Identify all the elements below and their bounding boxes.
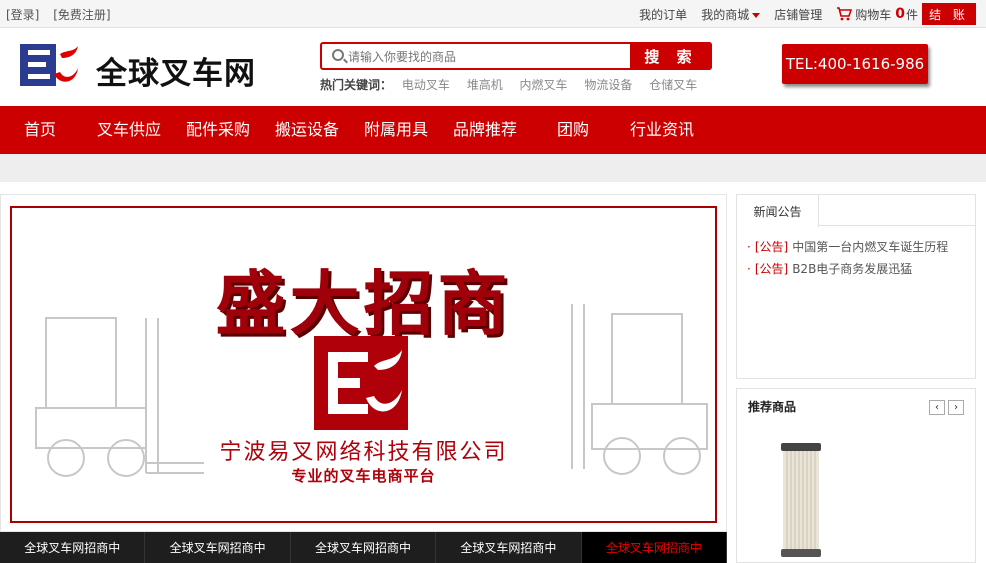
cart-count: 0 <box>895 6 905 22</box>
nav-item-forklift-supply[interactable]: 叉车供应 <box>97 106 161 154</box>
nav-item-news[interactable]: 行业资讯 <box>630 106 694 154</box>
prev-arrow-icon[interactable]: ‹ <box>929 400 945 415</box>
news-panel: 新闻公告 · [公告] 中国第一台内燃叉车诞生历程 · [公告] B2B电子商务发展迅猛 <box>736 194 976 379</box>
news-item[interactable]: · [公告] B2B电子商务发展迅猛 <box>747 258 975 280</box>
next-arrow-icon[interactable]: › <box>948 400 964 415</box>
my-mall-dropdown[interactable]: 我的商城 <box>701 6 761 23</box>
news-list: · [公告] 中国第一台内燃叉车诞生历程 · [公告] B2B电子商务发展迅猛 <box>737 226 975 280</box>
hot-keyword[interactable]: 电动叉车 <box>402 78 450 92</box>
login-link[interactable]: [登录] <box>6 8 39 22</box>
nav-item-home[interactable]: 首页 <box>24 106 56 154</box>
search-bar: 搜 索 <box>320 42 712 70</box>
search-button[interactable]: 搜 索 <box>630 42 712 70</box>
news-tag: [公告] <box>754 240 789 254</box>
news-tab[interactable]: 新闻公告 <box>737 195 819 227</box>
bullet-icon: · <box>747 262 751 276</box>
shopping-cart-icon <box>837 7 853 21</box>
hot-keyword[interactable]: 仓储叉车 <box>649 78 697 92</box>
banner-tab[interactable]: 全球叉车网招商中 <box>145 532 291 563</box>
banner-tagline: 专业的叉车电商平台 <box>291 467 436 485</box>
banner-tab[interactable]: 全球叉车网招商中 <box>291 532 437 563</box>
nav-item-parts[interactable]: 配件采购 <box>186 106 250 154</box>
banner-carousel: 盛大招商 宁波易叉网络科技有限公司 专业的叉车电商平台 <box>0 194 727 532</box>
hot-keyword[interactable]: 内燃叉车 <box>520 78 568 92</box>
caret-down-icon <box>752 12 761 18</box>
news-title: 中国第一台内燃叉车诞生历程 <box>792 240 949 254</box>
news-header: 新闻公告 <box>737 195 975 227</box>
nav-item-brands[interactable]: 品牌推荐 <box>453 106 517 154</box>
my-orders-link[interactable]: 我的订单 <box>639 6 687 23</box>
search-icon <box>332 49 344 61</box>
news-tag: [公告] <box>754 262 789 276</box>
search-input[interactable] <box>348 47 628 67</box>
nav-item-handling[interactable]: 搬运设备 <box>275 106 339 154</box>
main-nav: 首页 叉车供应 配件采购 搬运设备 附属用具 品牌推荐 团购 行业资讯 <box>0 106 986 154</box>
banner-slide[interactable]: 盛大招商 宁波易叉网络科技有限公司 专业的叉车电商平台 <box>10 206 717 523</box>
company-emblem <box>314 336 408 430</box>
account-links: [登录] [免费注册] <box>6 6 121 23</box>
site-logo[interactable] <box>20 44 80 86</box>
product-image-air-filter[interactable] <box>777 441 825 559</box>
news-title: B2B电子商务发展迅猛 <box>792 262 913 276</box>
banner-tabs: 全球叉车网招商中 全球叉车网招商中 全球叉车网招商中 全球叉车网招商中 全球叉车… <box>0 532 728 563</box>
phone-badge: TEL:400-1616-986 <box>782 44 928 84</box>
company-name: 宁波易叉网络科技有限公司 <box>219 440 508 465</box>
banner-tab[interactable]: 全球叉车网招商中 <box>436 532 582 563</box>
top-bar: [登录] [免费注册] 我的订单 我的商城 店铺管理 购物车 0 件 结 账 <box>0 0 986 28</box>
hot-keywords-label: 热门关键词： <box>320 78 393 92</box>
recommended-panel: 推荐商品 ‹ › <box>736 388 976 563</box>
store-manage-link[interactable]: 店铺管理 <box>774 6 822 23</box>
recommended-title: 推荐商品 <box>748 400 797 414</box>
bullet-icon: · <box>747 240 751 254</box>
cart-unit: 件 <box>905 7 918 22</box>
banner-tab[interactable]: 全球叉车网招商中 <box>0 532 146 563</box>
site-name[interactable]: 全球叉车网 <box>96 48 256 93</box>
cart-label: 购物车 <box>855 7 892 22</box>
hot-keyword[interactable]: 物流设备 <box>584 78 632 92</box>
news-item[interactable]: · [公告] 中国第一台内燃叉车诞生历程 <box>747 236 975 258</box>
checkout-button[interactable]: 结 账 <box>922 3 976 25</box>
cart-link[interactable]: 购物车 0 件 <box>836 6 918 23</box>
hot-keyword[interactable]: 堆高机 <box>467 78 503 92</box>
nav-item-group-buy[interactable]: 团购 <box>557 106 589 154</box>
my-mall-label: 我的商城 <box>701 7 750 22</box>
register-link[interactable]: [免费注册] <box>53 8 110 22</box>
hot-keywords: 热门关键词： 电动叉车 堆高机 内燃叉车 物流设备 仓储叉车 <box>320 76 710 93</box>
site-header: 全球叉车网 搜 索 热门关键词： 电动叉车 堆高机 内燃叉车 物流设备 仓储叉车… <box>0 28 986 106</box>
banner-tab-active[interactable]: 全球叉车网招商中 <box>581 532 728 563</box>
nav-item-accessories[interactable]: 附属用具 <box>364 106 428 154</box>
sub-nav-strip <box>0 154 986 182</box>
user-menu: 我的订单 我的商城 店铺管理 购物车 0 件 结 账 <box>625 0 976 28</box>
banner-slogan: 盛大招商 <box>215 262 512 345</box>
